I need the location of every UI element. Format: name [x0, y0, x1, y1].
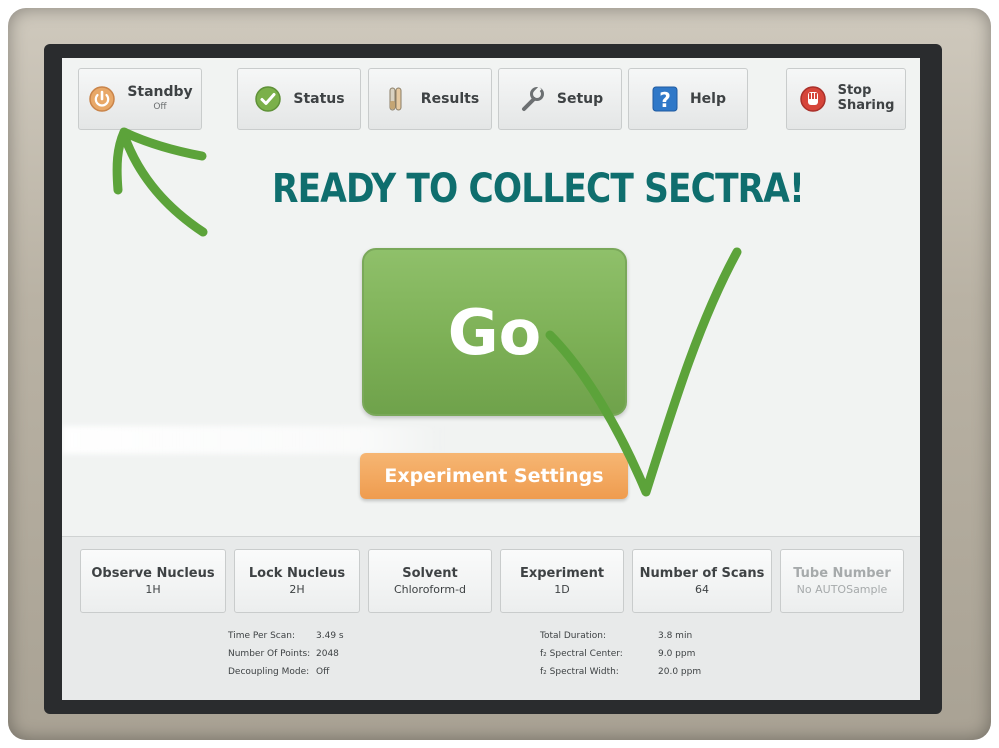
- lock-nucleus-button[interactable]: Lock Nucleus 2H: [234, 549, 360, 613]
- param-value: 2H: [289, 583, 305, 596]
- param-label: Observe Nucleus: [91, 566, 215, 581]
- info-key: Decoupling Mode:: [228, 667, 310, 677]
- svg-text:?: ?: [659, 88, 671, 112]
- go-button[interactable]: Go: [362, 248, 627, 416]
- param-value: Chloroform-d: [393, 583, 467, 596]
- param-value: 64: [695, 583, 709, 596]
- parameter-panel: Observe Nucleus 1H Lock Nucleus 2H Solve…: [62, 536, 920, 700]
- wrench-icon: [517, 84, 547, 114]
- param-label: Tube Number: [793, 566, 891, 581]
- stop-sharing-button[interactable]: Stop Sharing: [786, 68, 906, 130]
- question-icon: ?: [650, 84, 680, 114]
- standby-label: Standby: [127, 84, 193, 101]
- info-value: Off: [316, 667, 330, 677]
- stop-hand-icon: [798, 84, 828, 114]
- test-tubes-icon: [381, 84, 411, 114]
- results-label: Results: [420, 91, 480, 107]
- checkmark-icon: [253, 84, 283, 114]
- info-key: Number Of Points:: [228, 649, 311, 659]
- param-value: 1H: [145, 583, 161, 596]
- param-value: No AUTOSample: [796, 583, 888, 596]
- observe-nucleus-button[interactable]: Observe Nucleus 1H: [80, 549, 226, 613]
- stop-label: Stop: [837, 83, 872, 99]
- info-key: f₂ Spectral Center:: [540, 649, 623, 659]
- help-button[interactable]: ? Help: [628, 68, 748, 130]
- info-value: 2048: [316, 649, 339, 659]
- info-value: 20.0 ppm: [658, 667, 702, 677]
- param-label: Number of Scans: [639, 566, 765, 581]
- param-value: 1D: [554, 583, 570, 596]
- status-button[interactable]: Status: [237, 68, 361, 130]
- power-icon: [87, 84, 117, 114]
- info-left: Time Per Scan: 3.49 s Number Of Points: 20…: [228, 631, 344, 685]
- info-right: Total Duration: 3.8 min f₂ Spectral Cente…: [540, 631, 701, 685]
- touch-screen: Standby Off Status Results Setup ? Help …: [62, 58, 920, 700]
- param-label: Lock Nucleus: [248, 566, 346, 581]
- tube-number-button: Tube Number No AUTOSample: [780, 549, 904, 613]
- help-label: Help: [689, 91, 727, 107]
- info-key: Total Duration:: [540, 631, 607, 641]
- info-value: 3.49 s: [316, 631, 344, 641]
- setup-label: Setup: [556, 91, 604, 107]
- param-label: Solvent: [402, 566, 458, 581]
- solvent-button[interactable]: Solvent Chloroform-d: [368, 549, 492, 613]
- sharing-label: Sharing: [837, 98, 895, 113]
- setup-button[interactable]: Setup: [498, 68, 622, 130]
- info-key: f₂ Spectral Width:: [540, 667, 619, 677]
- info-value: 9.0 ppm: [658, 649, 696, 659]
- experiment-button[interactable]: Experiment 1D: [500, 549, 624, 613]
- results-button[interactable]: Results: [368, 68, 492, 130]
- status-label: Status: [293, 91, 345, 107]
- info-value: 3.8 min: [658, 631, 693, 641]
- ready-headline: READY TO COLLECT SECTRA!: [272, 166, 805, 212]
- experiment-settings-button[interactable]: Experiment Settings: [360, 453, 628, 499]
- info-key: Time Per Scan:: [228, 631, 296, 641]
- standby-button[interactable]: Standby Off: [78, 68, 202, 130]
- standby-state: Off: [153, 101, 167, 112]
- number-of-scans-button[interactable]: Number of Scans 64: [632, 549, 772, 613]
- param-label: Experiment: [519, 566, 605, 581]
- screen-glare: [62, 426, 442, 454]
